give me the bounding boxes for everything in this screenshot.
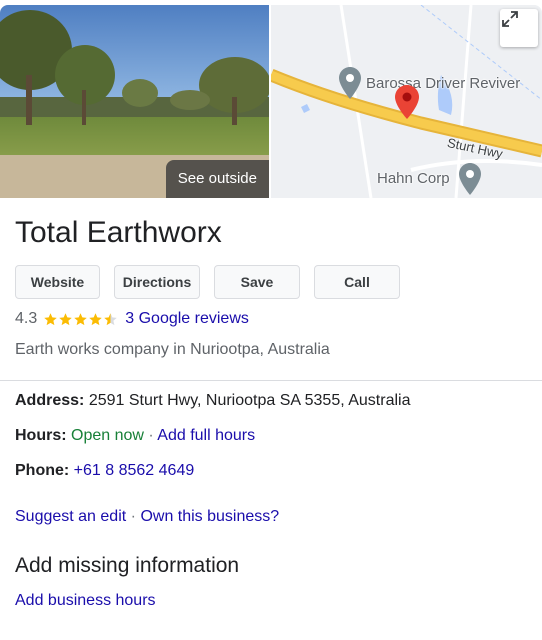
- add-full-hours-link[interactable]: Add full hours: [157, 427, 255, 444]
- street-view-photo[interactable]: See outside: [0, 5, 269, 198]
- edit-links-row: Suggest an edit · Own this business?: [15, 507, 279, 527]
- save-button[interactable]: Save: [214, 265, 300, 299]
- directions-button[interactable]: Directions: [114, 265, 200, 299]
- hours-label: Hours:: [15, 427, 67, 444]
- website-button[interactable]: Website: [15, 265, 100, 299]
- expand-map-button[interactable]: [500, 9, 538, 47]
- suggest-edit-link[interactable]: Suggest an edit: [15, 508, 126, 525]
- hours-row: Hours: Open now · Add full hours: [15, 426, 255, 446]
- missing-info-heading: Add missing information: [15, 554, 240, 577]
- business-category: Earth works company in Nuriootpa, Austra…: [15, 341, 330, 358]
- hahn-corp-label[interactable]: Hahn Corp: [377, 170, 450, 187]
- open-status: Open now: [71, 427, 144, 444]
- star-full-icon: [89, 312, 102, 325]
- rating-value: 4.3: [15, 310, 38, 327]
- divider: [0, 380, 542, 381]
- hahn-poi-pin-icon[interactable]: [459, 163, 481, 195]
- star-full-icon: [59, 312, 72, 325]
- star-half-icon: [104, 312, 117, 325]
- address-label: Address:: [15, 392, 85, 409]
- own-business-link[interactable]: Own this business?: [140, 508, 279, 525]
- business-name: Total Earthworx: [15, 216, 222, 249]
- phone-link[interactable]: +61 8 8562 4649: [74, 462, 195, 479]
- google-reviews-link[interactable]: 3 Google reviews: [125, 310, 249, 328]
- rating-row: 4.3 3 Google reviews: [15, 309, 249, 329]
- star-full-icon: [44, 312, 57, 325]
- star-rating: [43, 312, 118, 327]
- barossa-poi-pin-icon[interactable]: [339, 67, 361, 99]
- barossa-label[interactable]: Barossa Driver Reviver: [366, 75, 520, 92]
- address-value: 2591 Sturt Hwy, Nuriootpa SA 5355, Austr…: [88, 392, 411, 409]
- separator: ·: [148, 427, 154, 444]
- expand-icon: [502, 11, 518, 27]
- star-full-icon: [74, 312, 87, 325]
- see-outside-button[interactable]: See outside: [165, 160, 269, 198]
- action-buttons: Website Directions Save Call: [15, 265, 400, 299]
- phone-row: Phone: +61 8 8562 4649: [15, 461, 194, 481]
- phone-label: Phone:: [15, 462, 70, 479]
- add-business-hours-link[interactable]: Add business hours: [15, 591, 156, 611]
- location-pin-icon[interactable]: [395, 85, 419, 119]
- call-button[interactable]: Call: [314, 265, 400, 299]
- media-strip: See outside Barossa Driver Reviver Sturt…: [0, 0, 542, 198]
- separator: ·: [130, 508, 136, 525]
- location-map[interactable]: Barossa Driver Reviver Sturt Hwy Hahn Co…: [271, 5, 542, 198]
- address-row: Address: 2591 Sturt Hwy, Nuriootpa SA 53…: [15, 391, 410, 411]
